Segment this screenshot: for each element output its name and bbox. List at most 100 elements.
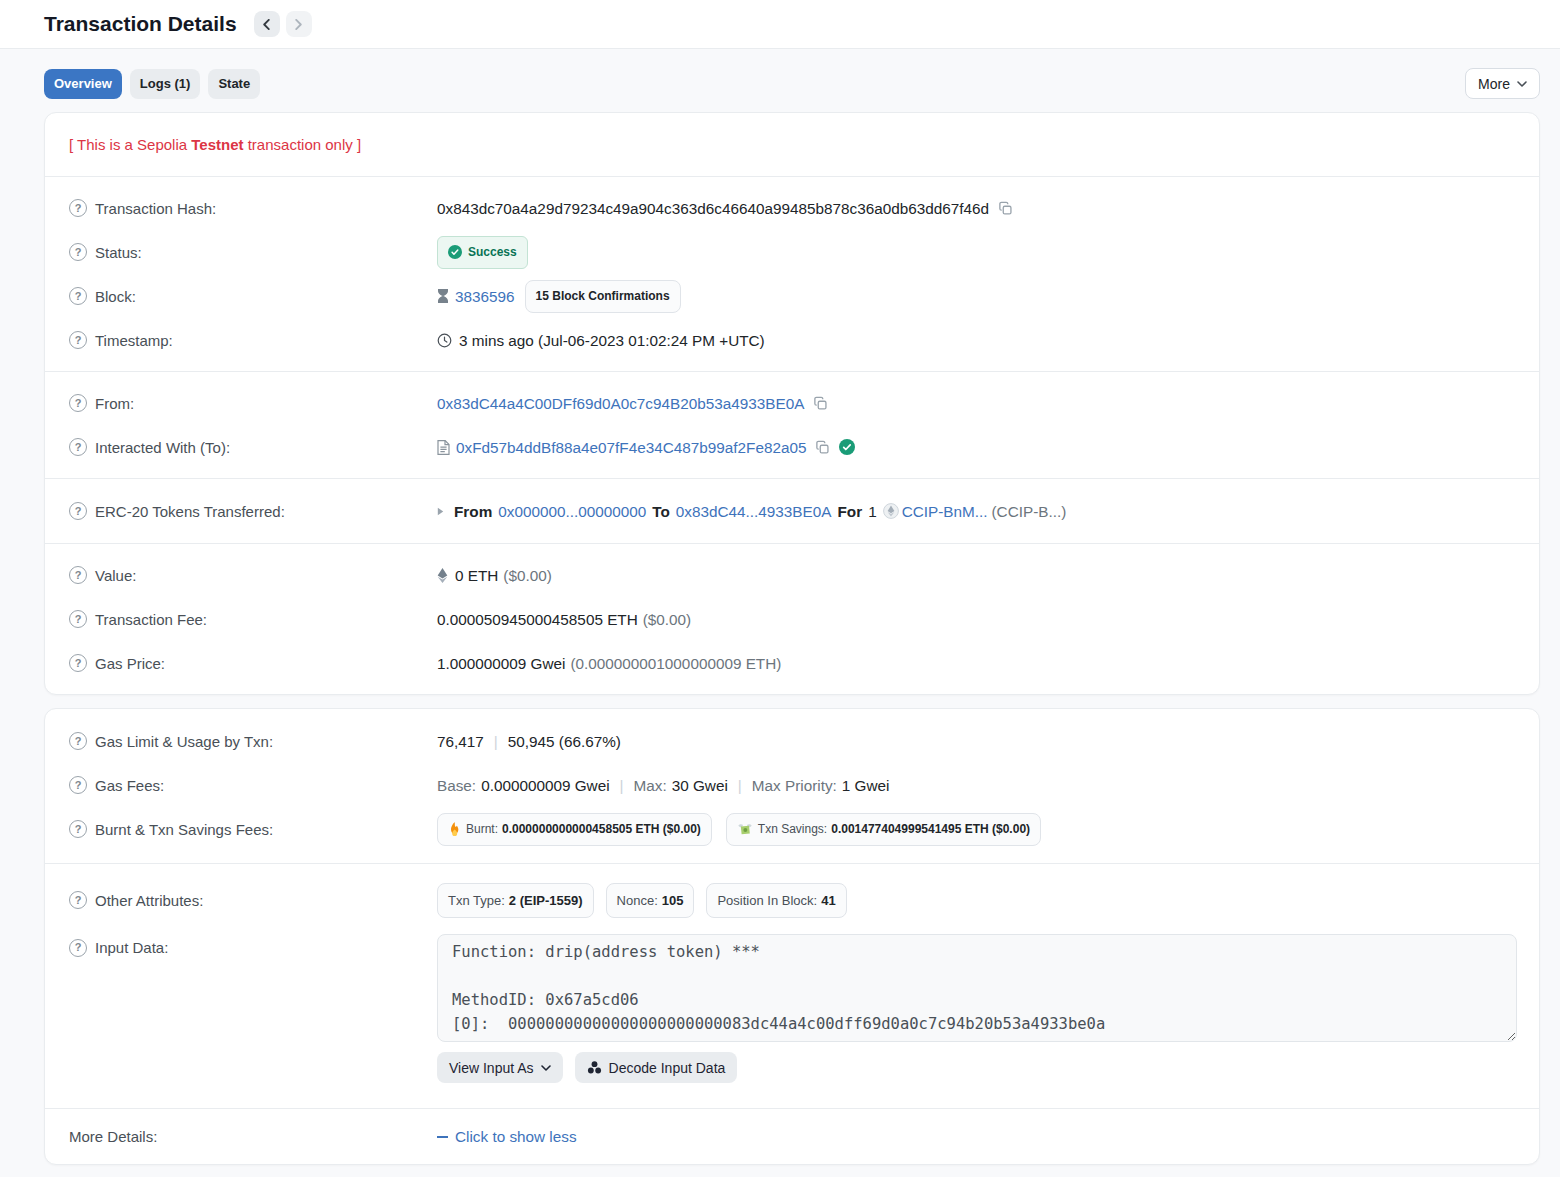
token-icon (883, 503, 899, 519)
gas-price-value: 1.000000009 Gwei (437, 653, 565, 674)
help-icon[interactable] (69, 566, 87, 584)
row-from: From: 0x83dC44a4C00DFf69d0A0c7c94B20b53a… (69, 381, 1515, 425)
verified-check-icon (839, 439, 855, 455)
help-icon[interactable] (69, 331, 87, 349)
row-more-details: More Details: Click to show less (69, 1122, 1515, 1151)
triangle-right-icon (437, 507, 444, 516)
row-gas-price: Gas Price: 1.000000009 Gwei (0.000000001… (69, 641, 1515, 685)
txn-savings-badge: Txn Savings: 0.001477404999541495 ETH ($… (726, 813, 1041, 846)
tab-logs[interactable]: Logs (1) (130, 69, 201, 99)
show-less-link[interactable]: Click to show less (437, 1126, 577, 1147)
row-status: Status: Success (69, 230, 1515, 274)
help-icon[interactable] (69, 732, 87, 750)
contract-file-icon (437, 440, 450, 455)
next-txn-button[interactable] (286, 11, 312, 37)
copy-from-address-icon[interactable] (813, 396, 828, 411)
txn-savings-value: 0.001477404999541495 ETH ($0.00) (831, 819, 1030, 840)
max-priority-value: 1 Gwei (842, 775, 890, 796)
page-title: Transaction Details (44, 12, 237, 36)
txn-type-badge: Txn Type: 2 (EIP-1559) (437, 883, 594, 918)
overview-card-secondary: Gas Limit & Usage by Txn: 76,417 | 50,94… (44, 708, 1540, 1165)
block-number-link[interactable]: 3836596 (455, 286, 515, 307)
gas-price-eth: (0.000000001000000009 ETH) (570, 653, 781, 674)
row-value: Value: 0 ETH ($0.00) (69, 553, 1515, 597)
erc20-token-link[interactable]: CCIP-BnM... (902, 501, 988, 522)
row-gas-limit: Gas Limit & Usage by Txn: 76,417 | 50,94… (69, 719, 1515, 763)
help-icon[interactable] (69, 287, 87, 305)
chevron-down-icon (541, 1065, 551, 1071)
transaction-fee-value: 0.000050945000458505 ETH (437, 609, 638, 630)
decode-input-data-button[interactable]: Decode Input Data (575, 1052, 738, 1083)
more-label: More (1478, 76, 1510, 92)
help-icon[interactable] (69, 654, 87, 672)
view-input-as-button[interactable]: View Input As (437, 1052, 563, 1083)
txn-type-value: 2 (EIP-1559) (509, 890, 583, 911)
erc20-from-link[interactable]: 0x000000...00000000 (498, 501, 646, 522)
row-interacted-with: Interacted With (To): 0xFd57b4ddBf88a4e0… (69, 425, 1515, 469)
row-erc20-transfers: ERC-20 Tokens Transferred: From 0x000000… (69, 489, 1515, 533)
row-transaction-hash: Transaction Hash: 0x843dc70a4a29d79234c4… (69, 186, 1515, 230)
chevron-down-icon (1517, 81, 1527, 87)
prev-txn-button[interactable] (254, 11, 280, 37)
clock-icon (437, 333, 452, 348)
burnt-fee-value: 0.000000000000458505 ETH ($0.00) (502, 819, 701, 840)
erc20-token-symbol: (CCIP-B...) (991, 501, 1066, 522)
position-value: 41 (821, 890, 835, 911)
help-icon[interactable] (69, 394, 87, 412)
value-usd: ($0.00) (503, 565, 551, 586)
eth-diamond-icon (437, 568, 448, 583)
help-icon[interactable] (69, 243, 87, 261)
tab-overview[interactable]: Overview (44, 69, 122, 99)
row-gas-fees: Gas Fees: Base:0.000000009 Gwei | Max:30… (69, 763, 1515, 807)
gas-usage-value: 50,945 (66.67%) (508, 731, 621, 752)
nonce-badge: Nonce: 105 (606, 883, 695, 918)
to-address-link[interactable]: 0xFd57b4ddBf88a4e07fF4e34C487b99af2Fe82a… (456, 437, 806, 458)
tab-state[interactable]: State (208, 69, 260, 99)
timestamp-value: 3 mins ago (Jul-06-2023 01:02:24 PM +UTC… (459, 330, 765, 351)
row-burnt-fees: Burnt & Txn Savings Fees: Burnt: 0.00000… (69, 807, 1515, 851)
minus-icon (437, 1136, 448, 1138)
status-badge: Success (437, 236, 528, 269)
transaction-fee-usd: ($0.00) (643, 609, 691, 630)
help-icon[interactable] (69, 199, 87, 217)
row-input-data: Input Data: Function: drip(address token… (69, 922, 1515, 1083)
value-eth: 0 ETH (455, 565, 498, 586)
more-dropdown-button[interactable]: More (1465, 68, 1540, 99)
block-confirmations-badge: 15 Block Confirmations (525, 280, 681, 313)
transaction-hash-value: 0x843dc70a4a29d79234c49a904c363d6c46640a… (437, 198, 989, 219)
copy-hash-icon[interactable] (998, 201, 1013, 216)
copy-to-address-icon[interactable] (815, 440, 830, 455)
hourglass-icon (437, 289, 449, 303)
help-icon[interactable] (69, 438, 87, 456)
chevron-right-icon (294, 19, 303, 30)
help-icon[interactable] (69, 939, 87, 957)
decode-icon (587, 1060, 602, 1075)
fire-icon (448, 822, 461, 836)
help-icon[interactable] (69, 820, 87, 838)
overview-card-main: [ This is a Sepolia Testnet transaction … (44, 112, 1540, 695)
row-timestamp: Timestamp: 3 mins ago (Jul-06-2023 01:02… (69, 318, 1515, 362)
erc20-amount: 1 (868, 501, 877, 522)
from-address-link[interactable]: 0x83dC44a4C00DFf69d0A0c7c94B20b53a4933BE… (437, 393, 804, 414)
page-header: Transaction Details (0, 0, 1560, 49)
nonce-value: 105 (662, 890, 684, 911)
max-fee-value: 30 Gwei (672, 775, 728, 796)
help-icon[interactable] (69, 610, 87, 628)
help-icon[interactable] (69, 776, 87, 794)
row-block: Block: 3836596 15 Block Confirmations (69, 274, 1515, 318)
row-other-attributes: Other Attributes: Txn Type: 2 (EIP-1559)… (69, 878, 1515, 922)
position-badge: Position In Block: 41 (706, 883, 846, 918)
help-icon[interactable] (69, 502, 87, 520)
gas-limit-value: 76,417 (437, 731, 484, 752)
chevron-left-icon (262, 19, 271, 30)
money-wings-icon (737, 823, 753, 836)
row-transaction-fee: Transaction Fee: 0.000050945000458505 ET… (69, 597, 1515, 641)
base-fee-value: 0.000000009 Gwei (481, 775, 609, 796)
input-data-textarea[interactable]: Function: drip(address token) *** Method… (437, 934, 1517, 1042)
burnt-fee-badge: Burnt: 0.000000000000458505 ETH ($0.00) (437, 813, 712, 846)
help-icon[interactable] (69, 891, 87, 909)
erc20-to-link[interactable]: 0x83dC44...4933BE0A (676, 501, 832, 522)
check-circle-icon (448, 245, 462, 259)
tab-bar: Overview Logs (1) State More (44, 68, 1540, 99)
testnet-notice: [ This is a Sepolia Testnet transaction … (45, 113, 1539, 177)
